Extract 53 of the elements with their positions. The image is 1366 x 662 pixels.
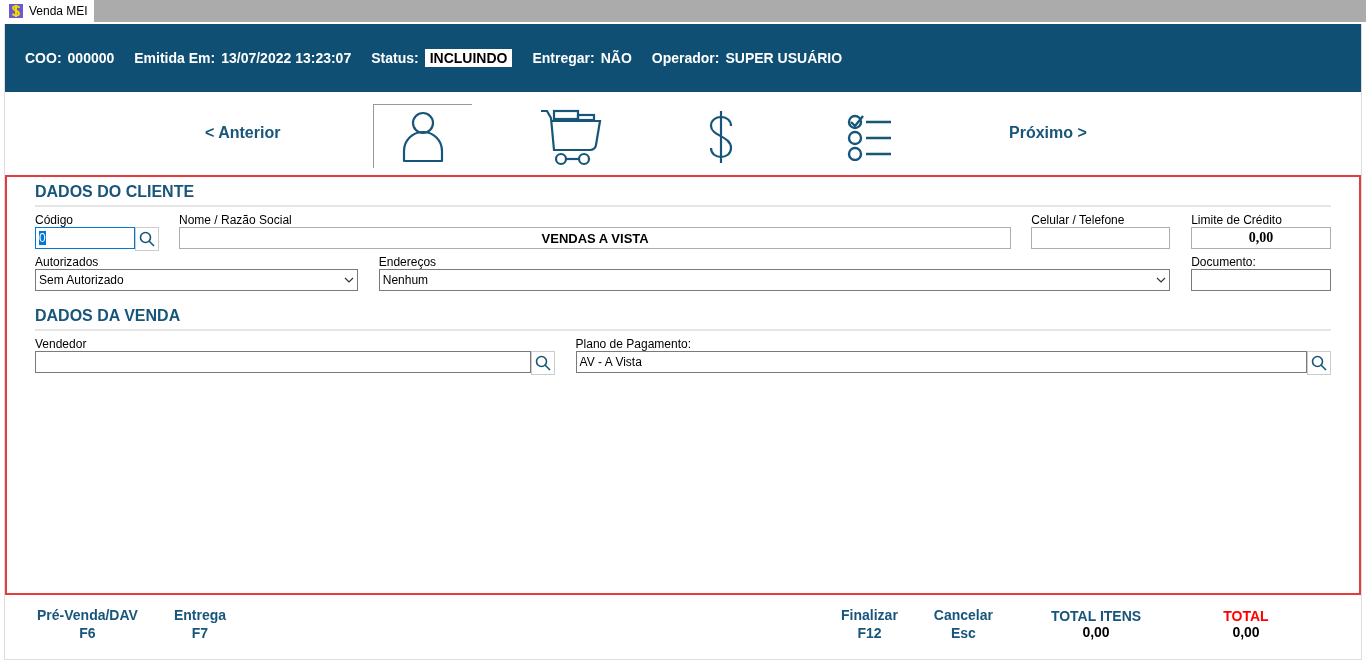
field-label: Nome / Razão Social xyxy=(179,213,293,227)
header-label: Emitida Em: xyxy=(134,50,216,66)
field-label: Documento: xyxy=(1191,255,1257,269)
field-label: Código xyxy=(35,213,75,227)
field-label: Endereços xyxy=(378,255,438,269)
field-label: Vendedor xyxy=(35,337,88,351)
total-value: 0,00 xyxy=(1082,624,1110,640)
checklist-icon xyxy=(847,112,893,161)
total-label: TOTAL xyxy=(1223,608,1269,624)
code-field[interactable]: 0 xyxy=(35,227,135,249)
header-value: SUPER USUÁRIO xyxy=(725,50,843,66)
document-field[interactable] xyxy=(1191,269,1331,291)
next-link[interactable]: Próximo > xyxy=(1009,124,1087,142)
header-label: Operador: xyxy=(651,50,720,66)
header-label: COO: xyxy=(25,50,62,66)
chevron-down-icon xyxy=(1156,277,1167,283)
header-value: 000000 xyxy=(67,50,115,66)
window-tab[interactable]: Venda MEI xyxy=(0,0,94,22)
header-value: NÃO xyxy=(600,50,632,66)
payment-plan-field[interactable]: AV - A Vista xyxy=(575,351,1307,373)
name-field[interactable]: VENDAS A VISTA xyxy=(179,227,1012,249)
header-label: Entregar: xyxy=(532,50,595,66)
header-label: Status: xyxy=(371,50,419,66)
search-button[interactable] xyxy=(1307,351,1331,375)
person-icon xyxy=(400,110,446,163)
total-label: TOTAL ITENS xyxy=(1050,608,1142,624)
dollar-icon xyxy=(708,109,734,164)
search-button[interactable] xyxy=(530,351,555,375)
action-button[interactable]: Entrega F7 xyxy=(165,606,234,642)
credit-limit-field[interactable]: 0,00 xyxy=(1191,227,1331,249)
address-dropdown[interactable]: Nenhum xyxy=(378,269,1171,291)
chevron-down-icon xyxy=(343,277,354,283)
dollar-icon xyxy=(8,3,24,19)
window-title: Venda MEI xyxy=(29,4,88,18)
search-button[interactable] xyxy=(135,227,159,251)
authorized-dropdown[interactable]: Sem Autorizado xyxy=(35,269,358,291)
field-label: Autorizados xyxy=(35,255,100,269)
action-button[interactable]: Pré-Venda/DAV F6 xyxy=(29,606,146,642)
cart-icon xyxy=(540,107,604,166)
step-tab[interactable] xyxy=(373,104,472,168)
action-button[interactable]: Finalizar F12 xyxy=(833,606,906,642)
action-button[interactable]: Cancelar Esc xyxy=(925,606,1001,642)
status-badge: INCLUINDO xyxy=(424,49,513,67)
field-label: Celular / Telefone xyxy=(1031,213,1126,227)
phone-field[interactable] xyxy=(1031,227,1171,249)
section-title: DADOS DA VENDA xyxy=(35,307,1331,331)
header-value: 13/07/2022 13:23:07 xyxy=(221,50,352,66)
total-value: 0,00 xyxy=(1232,624,1260,640)
field-label: Plano de Pagamento: xyxy=(575,337,692,351)
previous-link[interactable]: < Anterior xyxy=(205,124,373,142)
section-title: DADOS DO CLIENTE xyxy=(35,183,1331,207)
seller-field[interactable] xyxy=(35,351,531,373)
field-label: Limite de Crédito xyxy=(1191,213,1283,227)
